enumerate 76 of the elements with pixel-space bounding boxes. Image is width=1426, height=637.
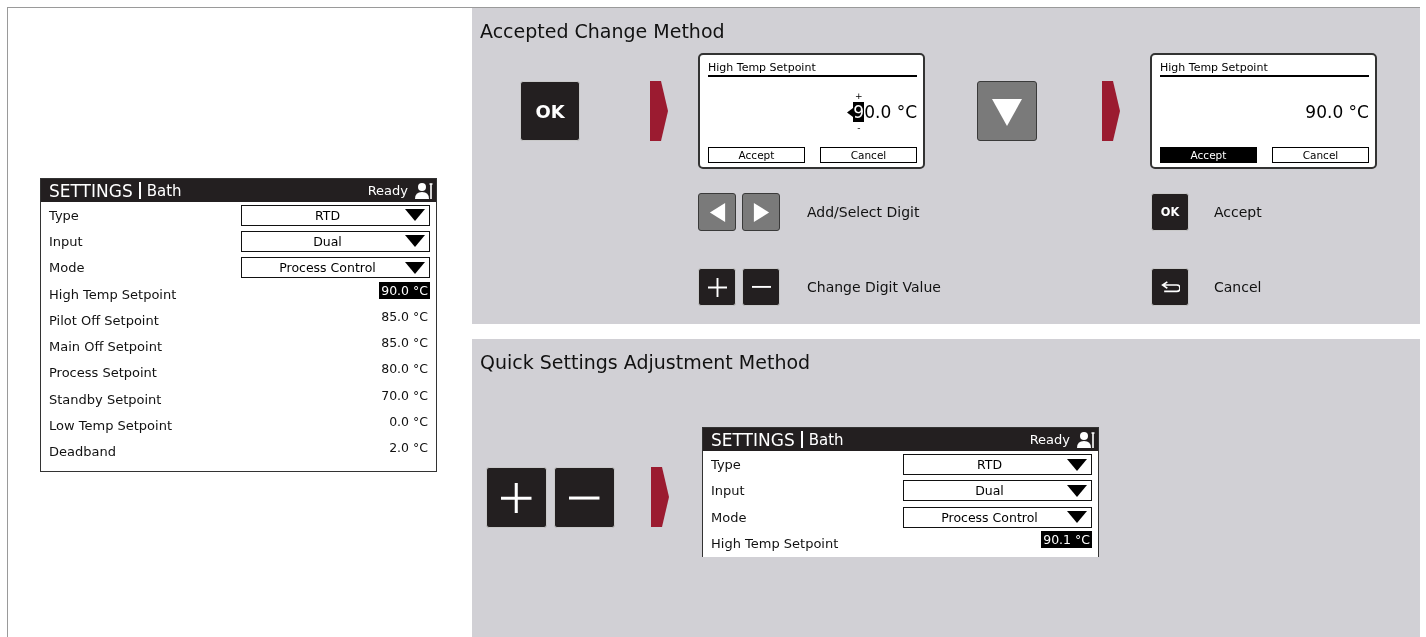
dropdown-field[interactable]: Dual [903, 480, 1092, 502]
keypad-key[interactable] [698, 193, 736, 231]
legend-label: Cancel [1214, 279, 1263, 295]
setting-value[interactable]: 0.0 °C [387, 413, 430, 430]
step-arrow-icon [650, 81, 668, 141]
section-title: Accepted Change Method [479, 19, 726, 44]
dialog-button[interactable]: Cancel [1272, 147, 1369, 163]
right-triangle-icon [751, 202, 771, 222]
setting-value[interactable]: 2.0 °C [387, 439, 430, 457]
step-arrow-icon [1102, 81, 1120, 141]
setting-label: Main Off Setpoint [49, 339, 163, 355]
keypad-key[interactable] [742, 193, 780, 231]
setting-value[interactable]: 90.1 °C [1041, 531, 1092, 548]
dropdown-field[interactable]: Process Control [241, 257, 430, 279]
setting-value[interactable]: 70.0 °C [379, 386, 430, 404]
dropdown-field[interactable]: RTD [241, 204, 430, 226]
setting-label: Pilot Off Setpoint [49, 312, 160, 328]
setting-label: Type [49, 207, 80, 223]
dialog-button[interactable]: Cancel [820, 147, 917, 163]
dialog-value: 0.0 °C [864, 102, 917, 122]
section-title: Quick Settings Adjustment Method [479, 350, 812, 376]
dropdown-field[interactable]: Dual [241, 230, 430, 252]
screen-title: SETTINGS [49, 180, 133, 201]
user-wrench-icon [414, 181, 434, 200]
setting-label: Input [49, 233, 84, 249]
dialog-title: High Temp Setpoint [708, 61, 917, 77]
title-separator [800, 431, 803, 449]
setting-label: High Temp Setpoint [711, 536, 840, 551]
legend-label: Accept [1214, 204, 1263, 220]
minus-icon [569, 494, 600, 502]
setting-label: High Temp Setpoint [49, 286, 178, 302]
setting-value[interactable]: 85.0 °C [379, 307, 430, 325]
dialog-title: High Temp Setpoint [1160, 61, 1369, 77]
legend-label: Change Digit Value [807, 279, 942, 295]
dropdown-caret-icon [405, 209, 425, 222]
setting-value[interactable]: 90.0 °C [379, 281, 430, 299]
dialog-value: 90.0 °C [1305, 102, 1369, 122]
setting-value[interactable]: 85.0 °C [379, 334, 430, 352]
dropdown-caret-icon [1067, 511, 1087, 524]
dropdown-caret-icon [405, 261, 425, 274]
dropdown-caret-icon [405, 235, 425, 248]
ok-key[interactable]: OK [1151, 193, 1189, 231]
minus-icon [751, 285, 771, 289]
setting-label: Process Setpoint [49, 365, 158, 381]
setting-label: Mode [711, 509, 748, 525]
dropdown-caret-icon [1067, 484, 1087, 497]
setting-label: Input [711, 483, 746, 499]
setting-label: Type [711, 457, 742, 473]
status-text: Ready [367, 183, 408, 198]
screen-location: Bath [146, 181, 183, 200]
legend-label: Add/Select Digit [807, 204, 921, 220]
setting-label: Deadband [49, 444, 117, 460]
ok-key[interactable]: OK [520, 81, 580, 141]
return-arrow-icon [1160, 280, 1180, 294]
keypad-key[interactable] [977, 81, 1037, 141]
increment-mark: + [855, 91, 863, 101]
setting-value[interactable]: 80.0 °C [379, 360, 430, 378]
dialog-button[interactable]: Accept [708, 147, 805, 163]
setting-label: Mode [49, 260, 86, 276]
plus-icon [707, 277, 727, 297]
dropdown-field[interactable]: Process Control [903, 506, 1092, 528]
dropdown-field[interactable]: RTD [903, 454, 1092, 476]
left-triangle-icon [707, 202, 727, 222]
screen-location: Bath [808, 431, 845, 449]
down-triangle-icon [992, 96, 1022, 126]
step-arrow-icon [651, 467, 669, 528]
screen-title: SETTINGS [711, 430, 795, 450]
setting-label: Standby Setpoint [49, 391, 163, 407]
status-text: Ready [1029, 432, 1070, 448]
user-wrench-icon [1076, 431, 1096, 449]
title-separator [138, 182, 141, 199]
plus-icon [501, 482, 532, 514]
decrement-mark: - [857, 123, 861, 133]
dialog-button[interactable]: Accept [1160, 147, 1257, 163]
dropdown-caret-icon [1067, 458, 1087, 471]
setting-label: Low Temp Setpoint [49, 418, 173, 433]
